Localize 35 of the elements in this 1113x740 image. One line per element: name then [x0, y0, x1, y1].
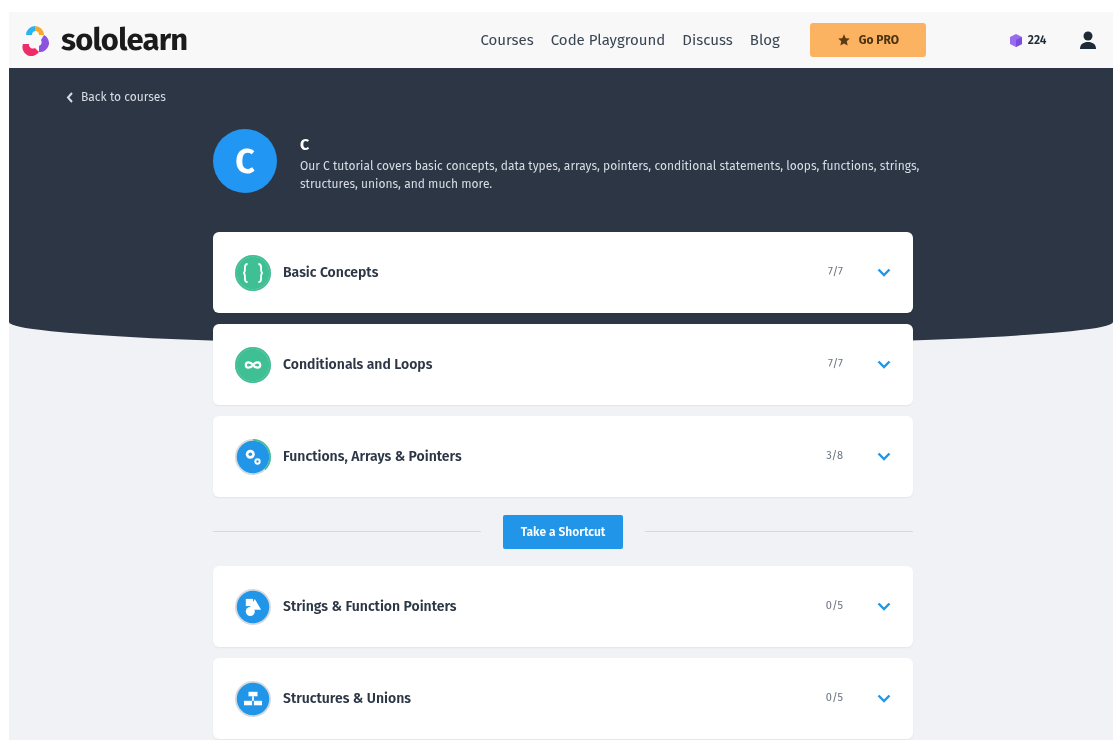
nav-link[interactable]: Courses — [480, 28, 534, 52]
logo[interactable]: sololearn — [17, 16, 188, 64]
course-description: Our C tutorial covers basic concepts, data types, arrays, pointers, conditional statements, loops, functions, strings, structures, unions, and much more. — [300, 158, 921, 193]
nav-link[interactable]: Blog — [749, 28, 780, 52]
gem-icon — [1009, 33, 1022, 47]
chevron-down-icon[interactable] — [877, 602, 891, 611]
module-title: Strings & Function Pointers — [283, 597, 458, 617]
module-card[interactable]: Conditionals and Loops 7/7 — [213, 324, 913, 405]
nav-link[interactable]: Discuss — [682, 28, 733, 52]
go-pro-button[interactable]: Go PRO — [809, 23, 926, 57]
gem-count: 224 — [1027, 32, 1047, 49]
chevron-down-icon[interactable] — [877, 268, 891, 277]
lesson-count: 7/7 — [827, 264, 843, 281]
module-card[interactable]: Functions, Arrays & Pointers 3/8 — [213, 416, 913, 497]
star-icon — [836, 33, 851, 47]
module-title: Structures & Unions — [283, 689, 412, 709]
module-card[interactable]: Strings & Function Pointers 0/5 — [213, 566, 913, 647]
lesson-count: 7/7 — [827, 356, 843, 373]
module-title: Functions, Arrays & Pointers — [283, 447, 463, 467]
module-title: Conditionals and Loops — [283, 355, 434, 375]
course-badge: C — [213, 129, 277, 193]
lesson-count: 0/5 — [825, 690, 843, 707]
module-title: Basic Concepts — [283, 263, 380, 283]
back-link[interactable]: Back to courses — [66, 88, 166, 106]
chevron-down-icon[interactable] — [877, 360, 891, 369]
user-icon[interactable] — [1080, 31, 1097, 49]
chevron-down-icon[interactable] — [877, 452, 891, 461]
module-card[interactable]: Basic Concepts 7/7 — [213, 232, 913, 313]
lesson-count: 0/5 — [825, 598, 843, 615]
chevron-down-icon[interactable] — [877, 694, 891, 703]
module-card[interactable]: Structures & Unions 0/5 — [213, 658, 913, 739]
lesson-count: 3/8 — [826, 448, 843, 465]
course-title: C — [300, 134, 311, 156]
chevron-left-icon — [66, 91, 74, 103]
nav-link[interactable]: Code Playground — [550, 28, 666, 52]
